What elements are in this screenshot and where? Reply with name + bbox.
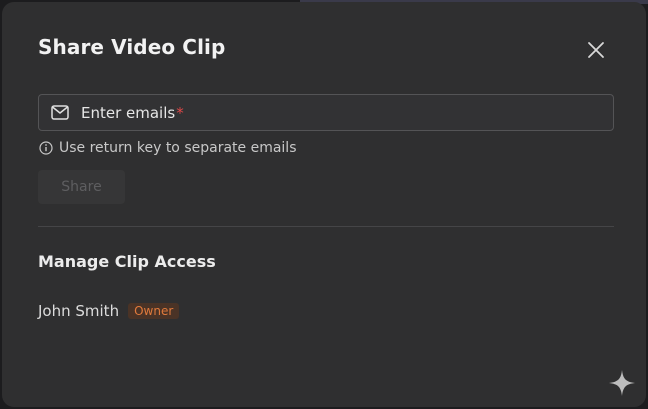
- member-row: John Smith Owner: [38, 301, 180, 321]
- mail-icon: [51, 105, 69, 120]
- email-hint: Use return key to separate emails: [39, 139, 297, 157]
- email-placeholder: Enter emails*: [81, 104, 184, 122]
- dialog-title: Share Video Clip: [38, 35, 226, 59]
- sparkle-icon[interactable]: [608, 369, 636, 397]
- manage-access-title: Manage Clip Access: [38, 252, 216, 271]
- close-button[interactable]: [584, 38, 608, 62]
- required-indicator: *: [176, 104, 184, 122]
- share-button[interactable]: Share: [38, 170, 125, 204]
- member-name: John Smith: [38, 302, 120, 320]
- section-divider: [38, 226, 614, 227]
- close-icon: [588, 42, 604, 58]
- hint-text: Use return key to separate emails: [59, 140, 297, 156]
- owner-badge: Owner: [128, 303, 180, 319]
- email-input[interactable]: Enter emails*: [38, 94, 614, 131]
- info-icon: [39, 141, 53, 155]
- share-clip-dialog: Share Video Clip Enter emails* Use retur…: [2, 2, 646, 407]
